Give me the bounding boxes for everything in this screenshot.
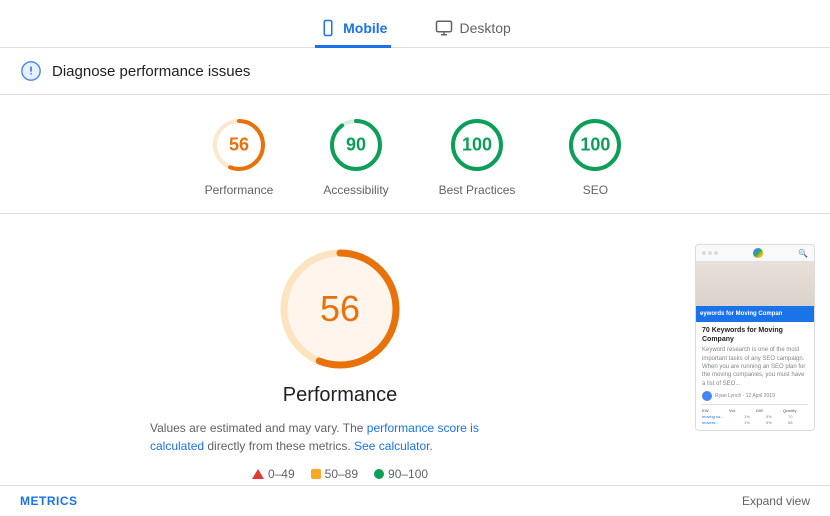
metrics-footer: METRICS Expand view bbox=[0, 485, 830, 516]
expand-view-label[interactable]: Expand view bbox=[742, 494, 810, 508]
perf-description: Values are estimated and may vary. The p… bbox=[150, 419, 530, 455]
phone-search-icon: 🔍 bbox=[798, 249, 808, 258]
phone-table-vol-1: 1% bbox=[744, 414, 764, 419]
phone-top-dots bbox=[702, 251, 718, 255]
score-value-accessibility: 90 bbox=[346, 135, 366, 156]
score-card-seo[interactable]: 100 SEO bbox=[565, 115, 625, 197]
phone-image-area: eywords for Moving Compan bbox=[696, 262, 814, 322]
main-content: 56 Performance Values are estimated and … bbox=[0, 214, 830, 511]
phone-table: KW Vol. Diff. Quality moving co... 1% 5%… bbox=[702, 404, 808, 425]
phone-blue-bar: eywords for Moving Compan bbox=[696, 306, 814, 322]
phone-content-title: 70 Keywords for Moving Company bbox=[702, 326, 808, 344]
diagnose-icon bbox=[20, 60, 42, 82]
diagnose-title: Diagnose performance issues bbox=[52, 63, 250, 80]
phone-preview: 🔍 eywords for Moving Compan 70 Keywords … bbox=[695, 244, 815, 431]
page-wrapper: Mobile Desktop Diagnose performance issu… bbox=[0, 0, 830, 516]
score-value-performance: 56 bbox=[229, 135, 249, 156]
phone-avatar bbox=[702, 391, 712, 401]
metrics-label[interactable]: METRICS bbox=[20, 494, 78, 508]
score-value-best-practices: 100 bbox=[462, 135, 492, 156]
score-label-seo: SEO bbox=[583, 183, 608, 197]
phone-dot-2 bbox=[708, 251, 712, 255]
right-panel: 🔍 eywords for Moving Compan 70 Keywords … bbox=[680, 214, 830, 511]
legend-square-icon bbox=[311, 469, 321, 479]
phone-table-kw-2: movers... bbox=[702, 420, 742, 425]
legend-triangle-icon bbox=[252, 469, 264, 479]
perf-desc-middle: directly from these metrics. bbox=[207, 439, 350, 453]
phone-table-header-diff: Diff. bbox=[756, 408, 781, 413]
tab-mobile[interactable]: Mobile bbox=[315, 11, 391, 48]
phone-table-header-row: KW Vol. Diff. Quality bbox=[702, 408, 808, 413]
score-card-best-practices[interactable]: 100 Best Practices bbox=[439, 115, 516, 197]
phone-table-diff-1: 5% bbox=[766, 414, 786, 419]
phone-table-vol-2: 1% bbox=[744, 420, 764, 425]
score-card-performance[interactable]: 56 Performance bbox=[205, 115, 274, 197]
legend-row: 0–49 50–89 90–100 bbox=[252, 467, 428, 481]
perf-large-circle: 56 bbox=[275, 244, 405, 374]
see-calculator-link[interactable]: See calculator bbox=[354, 439, 429, 453]
legend-range-low: 0–49 bbox=[268, 467, 295, 481]
score-label-performance: Performance bbox=[205, 183, 274, 197]
legend-range-high: 90–100 bbox=[388, 467, 428, 481]
phone-table-header-vol: Vol. bbox=[729, 408, 754, 413]
tab-bar: Mobile Desktop bbox=[0, 0, 830, 48]
phone-logo-circle bbox=[753, 248, 763, 258]
phone-content-subtitle: Keyword research is one of the most impo… bbox=[702, 346, 808, 388]
phone-table-row-1: moving co... 1% 5% 70 bbox=[702, 414, 808, 419]
tab-desktop-label: Desktop bbox=[459, 20, 510, 36]
score-circle-seo: 100 bbox=[565, 115, 625, 175]
legend-item-high: 90–100 bbox=[374, 467, 428, 481]
mobile-icon bbox=[319, 19, 337, 37]
phone-blue-bar-text: eywords for Moving Compan bbox=[700, 311, 782, 317]
perf-desc-prefix: Values are estimated and may vary. The bbox=[150, 421, 363, 435]
phone-table-header-kw: KW bbox=[702, 408, 727, 413]
perf-circle-wrap: 56 Performance Values are estimated and … bbox=[30, 244, 650, 481]
desktop-icon bbox=[435, 19, 453, 37]
score-label-best-practices: Best Practices bbox=[439, 183, 516, 197]
legend-dot-icon bbox=[374, 469, 384, 479]
phone-author-row: Ryan Lynch · 12 April 2019 bbox=[702, 391, 808, 401]
score-value-seo: 100 bbox=[580, 135, 610, 156]
left-panel: 56 Performance Values are estimated and … bbox=[0, 214, 680, 511]
tab-desktop[interactable]: Desktop bbox=[431, 11, 514, 48]
legend-item-mid: 50–89 bbox=[311, 467, 358, 481]
diagnose-bar: Diagnose performance issues bbox=[0, 48, 830, 95]
phone-table-quality-1: 70 bbox=[788, 414, 808, 419]
phone-table-diff-2: 5% bbox=[766, 420, 786, 425]
scores-row: 56 Performance 90 Accessibility bbox=[0, 95, 830, 214]
score-circle-best-practices: 100 bbox=[447, 115, 507, 175]
legend-range-mid: 50–89 bbox=[325, 467, 358, 481]
phone-table-row-2: movers... 1% 5% 68 bbox=[702, 420, 808, 425]
score-label-accessibility: Accessibility bbox=[323, 183, 388, 197]
score-card-accessibility[interactable]: 90 Accessibility bbox=[323, 115, 388, 197]
phone-table-header-quality: Quality bbox=[783, 408, 808, 413]
perf-large-value: 56 bbox=[320, 288, 360, 330]
phone-table-kw-1: moving co... bbox=[702, 414, 742, 419]
score-circle-performance: 56 bbox=[209, 115, 269, 175]
phone-dot-1 bbox=[702, 251, 706, 255]
phone-author-text: Ryan Lynch · 12 April 2019 bbox=[715, 393, 775, 399]
phone-logo bbox=[753, 248, 763, 258]
tab-mobile-label: Mobile bbox=[343, 20, 387, 36]
perf-title: Performance bbox=[283, 384, 398, 407]
legend-item-low: 0–49 bbox=[252, 467, 295, 481]
score-circle-accessibility: 90 bbox=[326, 115, 386, 175]
phone-dot-3 bbox=[714, 251, 718, 255]
phone-content: 70 Keywords for Moving Company Keyword r… bbox=[696, 322, 814, 430]
phone-table-quality-2: 68 bbox=[788, 420, 808, 425]
phone-top-bar: 🔍 bbox=[696, 245, 814, 262]
